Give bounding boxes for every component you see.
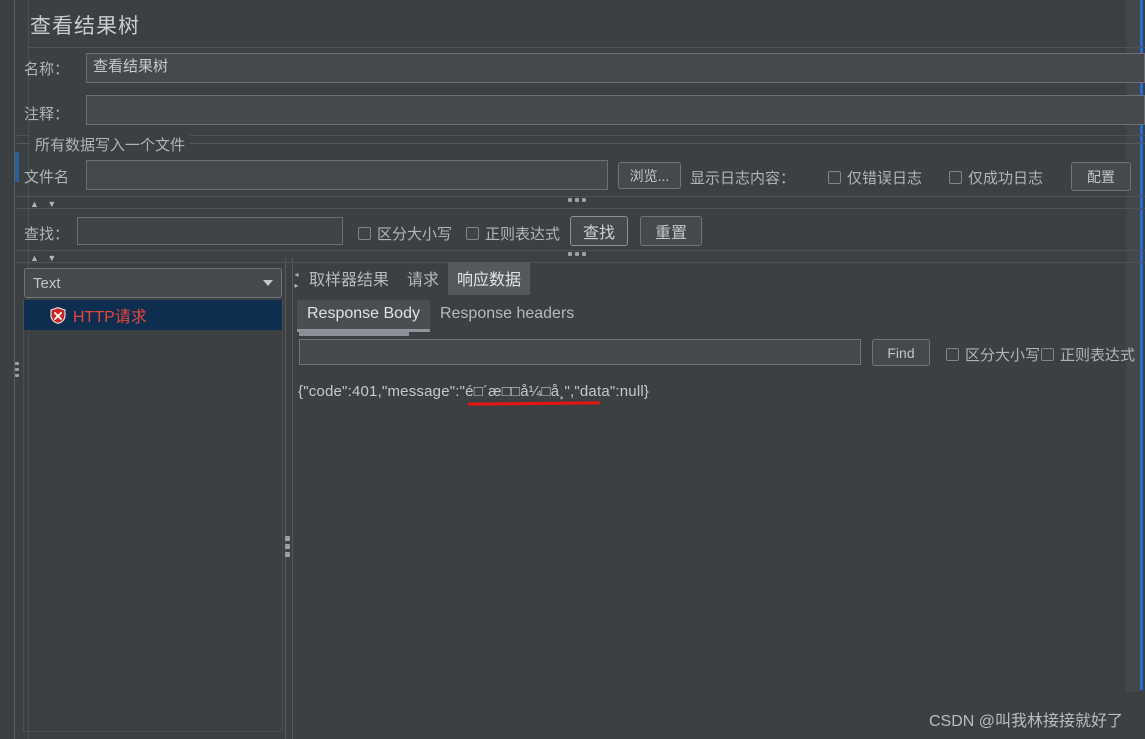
- write-all-data-group-title: 所有数据写入一个文件: [30, 134, 191, 155]
- divider-after-search: [17, 250, 1145, 251]
- success-only-checkbox-label: 仅成功日志: [968, 170, 1044, 187]
- response-pane-scroll-thumb[interactable]: [299, 331, 409, 336]
- error-shield-icon: [50, 306, 66, 324]
- renderer-select[interactable]: Text: [24, 268, 282, 298]
- filename-label: 文件名: [24, 169, 70, 186]
- response-case-sensitive-checkbox-box[interactable]: [946, 348, 959, 361]
- divider-before-search: [17, 208, 1145, 209]
- collapse-arrows-1[interactable]: ▲ ▼: [30, 200, 59, 209]
- title-divider: [29, 47, 1145, 48]
- response-sub-tabs[interactable]: Response Body Response headers: [297, 300, 584, 332]
- collapse-arrows-2[interactable]: ▲ ▼: [30, 254, 59, 263]
- left-splitter-handle[interactable]: [15, 362, 20, 384]
- horizontal-splitter-handle-2[interactable]: [568, 252, 586, 256]
- search-case-sensitive-checkbox[interactable]: 区分大小写: [358, 223, 452, 244]
- pane-splitter-right-line: [292, 258, 293, 739]
- response-body-text: {"code":401,"message":"é□´æ□□å¼□å¸","dat…: [298, 383, 650, 400]
- vertical-splitter-handle[interactable]: [285, 536, 290, 557]
- tab-response-data[interactable]: 响应数据: [448, 262, 531, 295]
- search-case-sensitive-checkbox-box[interactable]: [358, 227, 371, 240]
- search-label: 查找：: [24, 226, 70, 243]
- tree-item-http-request[interactable]: HTTP请求: [24, 300, 282, 330]
- response-find-button[interactable]: Find: [872, 339, 930, 366]
- errors-only-checkbox-label: 仅错误日志: [847, 170, 923, 187]
- response-case-sensitive-checkbox[interactable]: 区分大小写: [946, 344, 1040, 365]
- pane-splitter-left-line: [285, 258, 286, 739]
- search-regex-label: 正则表达式: [485, 226, 561, 243]
- chevron-down-icon[interactable]: [263, 280, 273, 286]
- comment-label: 注释：: [24, 106, 70, 123]
- tree-item-label: HTTP请求: [73, 309, 147, 326]
- search-case-sensitive-label: 区分大小写: [377, 226, 453, 243]
- page-title: 查看结果树: [30, 15, 140, 38]
- comment-input[interactable]: [86, 95, 1145, 125]
- tab-response-headers[interactable]: Response headers: [430, 300, 584, 332]
- response-regex-checkbox-box[interactable]: [1041, 348, 1054, 361]
- tab-response-body[interactable]: Response Body: [297, 300, 430, 332]
- reset-button[interactable]: 重置: [640, 216, 702, 246]
- filename-input[interactable]: [86, 160, 608, 190]
- response-case-sensitive-label: 区分大小写: [965, 347, 1041, 364]
- search-input[interactable]: [77, 217, 343, 245]
- response-find-input[interactable]: [299, 339, 861, 365]
- configure-button[interactable]: 配置: [1071, 162, 1131, 191]
- divider-after-group: [17, 196, 1145, 197]
- tab-request[interactable]: 请求: [398, 262, 448, 295]
- divider-before-results: [17, 262, 1145, 263]
- errors-only-checkbox[interactable]: 仅错误日志: [828, 167, 922, 188]
- results-tree[interactable]: HTTP请求: [24, 300, 282, 733]
- errors-only-checkbox-box[interactable]: [828, 171, 841, 184]
- name-label: 名称：: [24, 61, 70, 78]
- response-regex-label: 正则表达式: [1060, 347, 1136, 364]
- tab-sampler-result[interactable]: 取样器结果: [300, 262, 398, 295]
- renderer-select-value: Text: [33, 274, 61, 292]
- name-input[interactable]: 查看结果树: [86, 53, 1145, 83]
- browse-button[interactable]: 浏览...: [618, 162, 681, 189]
- success-only-checkbox[interactable]: 仅成功日志: [949, 167, 1043, 188]
- search-regex-checkbox[interactable]: 正则表达式: [466, 223, 560, 244]
- response-main-tabs[interactable]: 取样器结果 请求 响应数据: [300, 262, 531, 295]
- success-only-checkbox-box[interactable]: [949, 171, 962, 184]
- find-button[interactable]: 查找: [570, 216, 628, 246]
- response-regex-checkbox[interactable]: 正则表达式: [1041, 344, 1135, 365]
- log-display-label: 显示日志内容：: [690, 170, 796, 187]
- horizontal-splitter-handle-1[interactable]: [568, 198, 586, 202]
- watermark: CSDN @叫我林接接就好了: [928, 713, 1123, 730]
- search-regex-checkbox-box[interactable]: [466, 227, 479, 240]
